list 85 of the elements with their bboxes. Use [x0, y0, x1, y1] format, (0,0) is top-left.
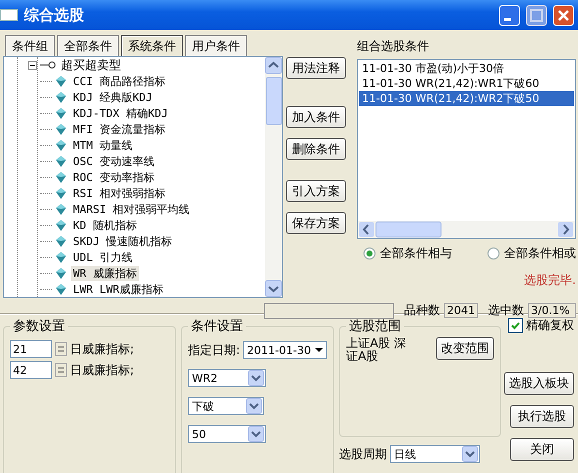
- diamond-icon: [56, 204, 66, 214]
- window-title: 综合选股: [24, 6, 85, 24]
- condition-item[interactable]: 11-01-30 WR(21,42):WR1下破60: [359, 76, 574, 91]
- precise-checkbox[interactable]: 精确复权: [508, 317, 574, 334]
- maximize-button[interactable]: [526, 4, 547, 26]
- conditions-label: 组合选股条件: [357, 38, 430, 55]
- diamond-icon: [56, 188, 66, 198]
- period-dropdown[interactable]: 日线: [390, 445, 480, 463]
- diamond-icon: [56, 76, 66, 86]
- count-label: 品种数: [404, 302, 440, 319]
- diamond-icon: [56, 268, 66, 278]
- side-button[interactable]: 保存方案: [286, 212, 346, 234]
- checkbox-icon[interactable]: [508, 318, 523, 333]
- change-range-button[interactable]: 改变范围: [436, 337, 494, 360]
- minimize-button[interactable]: [499, 4, 520, 26]
- diamond-icon: [56, 284, 66, 294]
- side-button[interactable]: 引入方案: [286, 180, 346, 202]
- tree-item[interactable]: KDJ-TDX 精确KDJ: [71, 106, 170, 120]
- tree-item[interactable]: KDJ 经典版KDJ: [71, 90, 154, 104]
- tree-item[interactable]: WR 威廉指标: [71, 266, 139, 280]
- tree-item[interactable]: LWR LWR威廉指标: [71, 282, 166, 296]
- radio-icon[interactable]: [363, 247, 376, 260]
- diamond-icon: [56, 108, 66, 118]
- tree-item[interactable]: MTM 动量线: [71, 138, 134, 152]
- condition-item[interactable]: 11-01-30 市盈(动)小于30倍: [359, 61, 574, 76]
- selected-label: 选中数: [488, 302, 524, 319]
- close-button[interactable]: [553, 4, 574, 26]
- tree-item[interactable]: MFI 资金流量指标: [71, 122, 168, 136]
- spinner-icon[interactable]: [55, 363, 67, 377]
- range-text: 上证A股 深证A股: [346, 337, 408, 363]
- tab[interactable]: 用户条件: [185, 35, 247, 56]
- param-label: 日威廉指标;: [70, 362, 134, 378]
- tree-item[interactable]: 超买超卖型: [59, 57, 123, 74]
- scrollbar-thumb[interactable]: [266, 77, 282, 125]
- collapse-icon[interactable]: [28, 60, 37, 70]
- radio-icon[interactable]: [487, 247, 500, 260]
- tree-item[interactable]: UDL 引力线: [71, 250, 134, 264]
- scroll-up-icon[interactable]: [265, 57, 282, 74]
- condition-item[interactable]: 11-01-30 WR(21,42):WR2下破50: [359, 91, 574, 106]
- spin-field[interactable]: 42: [10, 361, 52, 379]
- diamond-icon: [56, 236, 66, 246]
- operator-dropdown[interactable]: 下破: [188, 397, 264, 415]
- key-icon: [40, 61, 56, 69]
- selected-value: 3/0.1%: [528, 303, 576, 318]
- diamond-icon: [56, 92, 66, 102]
- action-button[interactable]: 关闭: [510, 438, 574, 461]
- diamond-icon: [56, 220, 66, 230]
- tab[interactable]: 系统条件: [121, 35, 183, 56]
- tree-item[interactable]: OSC 变动速率线: [71, 154, 156, 168]
- threshold-dropdown[interactable]: 50: [188, 425, 266, 443]
- horizontal-scrollbar[interactable]: [358, 221, 575, 238]
- group-title: 选股范围: [348, 318, 402, 335]
- spin-field[interactable]: 21: [10, 340, 52, 358]
- action-button[interactable]: 选股入板块: [504, 372, 574, 395]
- action-button[interactable]: 执行选股: [510, 405, 574, 428]
- line-dropdown[interactable]: WR2: [188, 369, 266, 387]
- count-value: 2041: [444, 303, 478, 318]
- tree-item[interactable]: ROC 变动率指标: [71, 170, 156, 184]
- tree-item[interactable]: RSI 相对强弱指标: [71, 186, 168, 200]
- tree-item[interactable]: CCI 商品路径指标: [71, 74, 168, 88]
- logic-radio[interactable]: 全部条件相与: [363, 245, 452, 262]
- side-button[interactable]: 加入条件: [286, 106, 346, 128]
- param-label: 日威廉指标;: [70, 340, 134, 358]
- group-title: 参数设置: [12, 318, 66, 335]
- diamond-icon: [56, 156, 66, 166]
- date-picker[interactable]: 2011-01-30: [243, 341, 327, 359]
- diamond-icon: [56, 252, 66, 262]
- tab[interactable]: 全部条件: [57, 35, 119, 56]
- tree-item[interactable]: SKDJ 慢速随机指标: [71, 234, 174, 248]
- status-message: 选股完毕.: [523, 272, 576, 289]
- side-button[interactable]: 用法注释: [286, 57, 346, 79]
- side-button[interactable]: 删除条件: [286, 138, 346, 160]
- period-label: 选股周期: [339, 446, 387, 462]
- date-label: 指定日期:: [188, 342, 240, 358]
- window-icon: [0, 9, 18, 21]
- scroll-down-icon[interactable]: [265, 280, 282, 297]
- logic-radio[interactable]: 全部条件相或: [487, 245, 576, 262]
- diamond-icon: [56, 124, 66, 134]
- tree-item[interactable]: KD 随机指标: [71, 218, 139, 232]
- tab[interactable]: 条件组: [5, 35, 55, 56]
- group-title: 条件设置: [190, 318, 244, 335]
- diamond-icon: [56, 140, 66, 150]
- spinner-icon[interactable]: [55, 342, 67, 356]
- tree-item[interactable]: MARSI 相对强弱平均线: [71, 202, 192, 216]
- diamond-icon: [56, 172, 66, 182]
